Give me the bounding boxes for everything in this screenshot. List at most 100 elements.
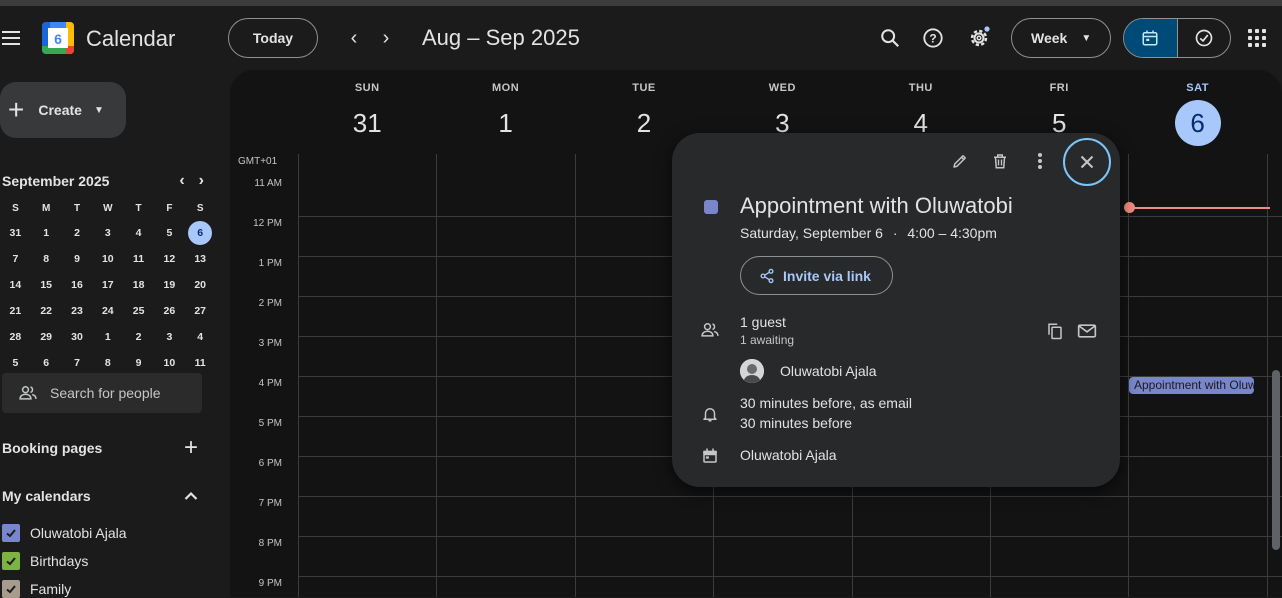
mini-next-month-icon[interactable]: › bbox=[199, 172, 204, 190]
mini-calendar-day[interactable]: 17 bbox=[92, 272, 123, 298]
mini-calendar-day[interactable]: 27 bbox=[185, 298, 216, 324]
booking-pages-row[interactable]: Booking pages + bbox=[2, 436, 202, 460]
mini-calendar-day[interactable]: 26 bbox=[154, 298, 185, 324]
mini-calendar-day[interactable]: 22 bbox=[31, 298, 62, 324]
apps-icon[interactable] bbox=[1248, 29, 1266, 47]
create-button[interactable]: + Create ▼ bbox=[0, 82, 126, 138]
mini-calendar-dow: T bbox=[135, 202, 142, 214]
calendar-item-family[interactable]: Family bbox=[2, 580, 71, 598]
calendar-item-oluwatobi[interactable]: Oluwatobi Ajala bbox=[2, 524, 127, 542]
day-header-sat[interactable]: SAT 6 bbox=[1128, 70, 1266, 150]
copy-guests-icon[interactable] bbox=[1043, 319, 1067, 343]
event-time: 4:00 – 4:30pm bbox=[907, 225, 997, 241]
mini-calendar-day[interactable]: 5 bbox=[154, 220, 185, 246]
mini-calendar-day[interactable]: 1 bbox=[31, 220, 62, 246]
mini-calendar-day[interactable]: 28 bbox=[0, 324, 31, 350]
day-column-divider bbox=[436, 154, 438, 597]
mini-calendar-day[interactable]: 13 bbox=[185, 246, 216, 272]
plus-icon: + bbox=[8, 94, 25, 125]
close-icon[interactable] bbox=[1063, 138, 1111, 186]
help-icon[interactable]: ? bbox=[917, 22, 949, 54]
mini-calendar-day[interactable]: 4 bbox=[185, 324, 216, 350]
timezone-label: GMT+01 bbox=[238, 156, 278, 167]
today-button[interactable]: Today bbox=[228, 18, 318, 58]
edit-icon[interactable] bbox=[948, 149, 972, 173]
chevron-up-icon[interactable] bbox=[184, 488, 198, 504]
mini-calendar-day[interactable]: 30 bbox=[62, 324, 93, 350]
checkbox-checked-icon[interactable] bbox=[2, 580, 20, 598]
mini-calendar-day[interactable]: 31 bbox=[0, 220, 31, 246]
next-week-icon[interactable]: › bbox=[376, 26, 396, 50]
mini-calendar-day[interactable]: 10 bbox=[92, 246, 123, 272]
guest-name: Oluwatobi Ajala bbox=[780, 363, 877, 379]
mini-calendar-day[interactable]: 19 bbox=[154, 272, 185, 298]
day-number[interactable]: 1 bbox=[436, 100, 574, 146]
reminder-email: 30 minutes before, as email bbox=[740, 395, 912, 411]
my-calendars-label: My calendars bbox=[2, 488, 91, 504]
checkbox-checked-icon[interactable] bbox=[2, 552, 20, 570]
chevron-down-icon: ▼ bbox=[93, 104, 104, 116]
mini-calendar-dow: T bbox=[73, 202, 81, 214]
mini-calendar-day[interactable]: 14 bbox=[0, 272, 31, 298]
mini-calendar-day[interactable]: 7 bbox=[0, 246, 31, 272]
mini-calendar-day[interactable]: 3 bbox=[92, 220, 123, 246]
mini-calendar-day[interactable]: 24 bbox=[92, 298, 123, 324]
mini-calendar: September 2025 ‹ › S M T W T F S 31 1 2 3 4 5 6 7 8 9 10 1… bbox=[0, 168, 213, 376]
mini-calendar-day[interactable]: 2 bbox=[123, 324, 154, 350]
checkbox-checked-icon[interactable] bbox=[2, 524, 20, 542]
day-number[interactable]: 31 bbox=[298, 100, 436, 146]
event-details-popup: Appointment with Oluwatobi Saturday, Sep… bbox=[672, 133, 1120, 487]
mini-calendar-day[interactable]: 21 bbox=[0, 298, 31, 324]
day-of-week: THU bbox=[908, 82, 933, 94]
mini-calendar-day[interactable]: 2 bbox=[62, 220, 93, 246]
separator-dot: · bbox=[892, 225, 898, 241]
event-chip[interactable]: Appointment with Oluwatobi bbox=[1129, 377, 1254, 394]
menu-icon[interactable] bbox=[2, 31, 20, 45]
current-time-line bbox=[1130, 207, 1270, 209]
mini-calendar-day[interactable]: 23 bbox=[62, 298, 93, 324]
scrollbar[interactable] bbox=[1272, 370, 1280, 550]
mini-calendar-dow: W bbox=[103, 202, 113, 214]
day-of-week: TUE bbox=[632, 82, 656, 94]
invite-via-link-button[interactable]: Invite via link bbox=[740, 256, 893, 295]
mini-calendar-day[interactable]: 11 bbox=[123, 246, 154, 272]
mini-calendar-day[interactable]: 9 bbox=[62, 246, 93, 272]
mini-calendar-day[interactable]: 1 bbox=[92, 324, 123, 350]
delete-icon[interactable] bbox=[988, 149, 1012, 173]
calendar-item-label: Family bbox=[30, 581, 72, 597]
mini-calendar-day[interactable]: 15 bbox=[31, 272, 62, 298]
mini-calendar-day[interactable]: 29 bbox=[31, 324, 62, 350]
my-calendars-row[interactable]: My calendars bbox=[2, 488, 202, 504]
tasks-icon[interactable] bbox=[1178, 19, 1231, 57]
mini-calendar-day[interactable]: 6 bbox=[185, 220, 216, 246]
day-header-mon[interactable]: MON 1 bbox=[436, 70, 574, 150]
mini-calendar-day[interactable]: 3 bbox=[154, 324, 185, 350]
mini-calendar-day[interactable]: 8 bbox=[31, 246, 62, 272]
mini-prev-month-icon[interactable]: ‹ bbox=[179, 172, 184, 190]
search-icon[interactable] bbox=[874, 22, 906, 54]
hour-label: 7 PM bbox=[258, 498, 282, 509]
mini-calendar-day[interactable]: 16 bbox=[62, 272, 93, 298]
mini-calendar-day[interactable]: 4 bbox=[123, 220, 154, 246]
day-number[interactable]: 6 bbox=[1128, 100, 1266, 146]
calendar-view-icon[interactable] bbox=[1124, 19, 1178, 57]
previous-week-icon[interactable]: ‹ bbox=[344, 26, 364, 50]
mini-calendar-day[interactable]: 12 bbox=[154, 246, 185, 272]
add-booking-page-icon[interactable]: + bbox=[184, 436, 198, 460]
guest-avatar bbox=[740, 359, 764, 383]
mini-calendar-day[interactable]: 25 bbox=[123, 298, 154, 324]
calendar-item-birthdays[interactable]: Birthdays bbox=[2, 552, 88, 570]
day-header-sun[interactable]: SUN 31 bbox=[298, 70, 436, 150]
day-column-divider bbox=[1266, 154, 1268, 597]
mini-calendar-day[interactable]: 20 bbox=[185, 272, 216, 298]
hour-label: 5 PM bbox=[258, 418, 282, 429]
more-options-icon[interactable] bbox=[1028, 149, 1052, 173]
search-people-input[interactable]: Search for people bbox=[2, 373, 202, 413]
view-selector-button[interactable]: Week ▼ bbox=[1011, 18, 1111, 58]
settings-icon[interactable] bbox=[963, 22, 995, 54]
reminder-notification: 30 minutes before bbox=[740, 415, 853, 431]
day-of-week: FRI bbox=[1049, 82, 1069, 94]
mini-calendar-day[interactable]: 18 bbox=[123, 272, 154, 298]
app-title[interactable]: Calendar bbox=[86, 26, 175, 52]
email-guests-icon[interactable] bbox=[1075, 319, 1099, 343]
